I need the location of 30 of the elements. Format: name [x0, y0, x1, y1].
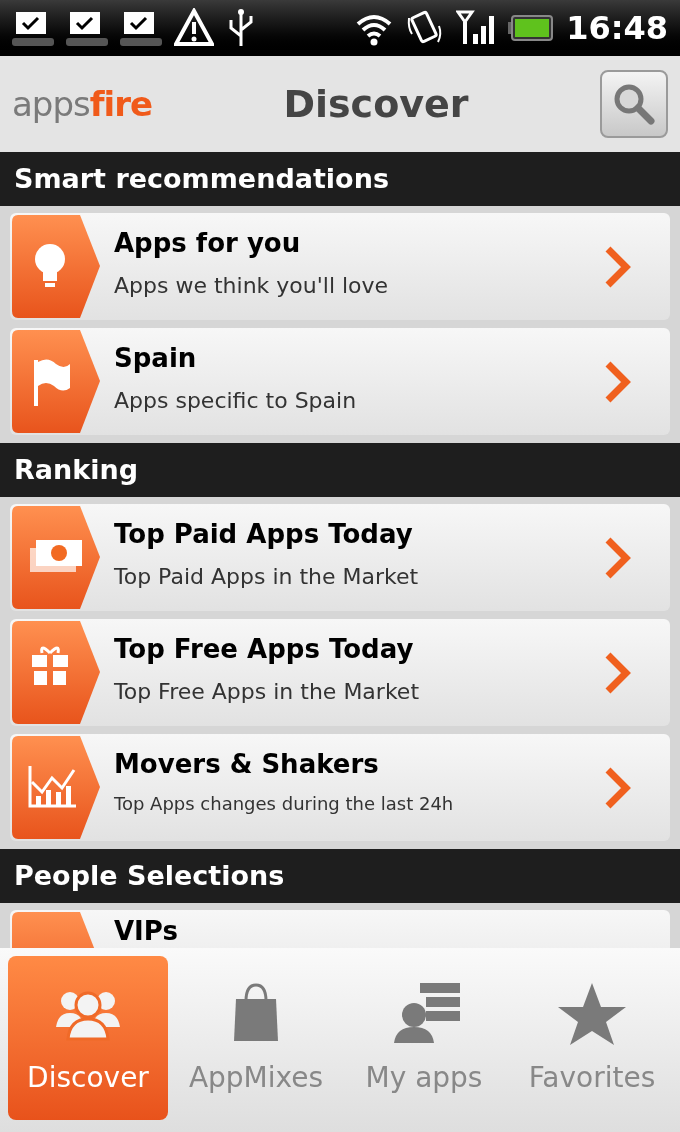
section-header: People Selections	[0, 849, 680, 903]
item-subtitle: Top Apps changes during the last 24h	[114, 792, 455, 815]
item-title: VIPs	[114, 915, 179, 948]
list-item[interactable]: Top Paid Apps Today Top Paid Apps in the Market	[10, 504, 670, 611]
item-title: Top Paid Apps Today	[114, 518, 414, 551]
item-title: Movers & Shakers	[114, 748, 380, 781]
app-logo: appsfire	[12, 82, 153, 126]
list-item[interactable]: Top Free Apps Today Top Free Apps in the Market	[10, 619, 670, 726]
gift-icon	[10, 619, 102, 726]
clock-time: 16:48	[566, 8, 668, 49]
banknotes-icon	[10, 504, 102, 611]
item-subtitle: Apps we think you'll love	[114, 271, 390, 299]
warning-icon	[174, 8, 214, 48]
list-item[interactable]: VIPs	[10, 910, 670, 948]
item-subtitle: Top Paid Apps in the Market	[114, 562, 420, 590]
list-item[interactable]: Apps for you Apps we think you'll love	[10, 213, 670, 320]
search-button[interactable]	[600, 70, 668, 138]
flag-icon	[10, 328, 102, 435]
item-title: Top Free Apps Today	[114, 633, 415, 666]
section-header: Smart recommendations	[0, 152, 680, 206]
item-title: Spain	[114, 342, 198, 375]
item-title: Apps for you	[114, 227, 302, 260]
list-item[interactable]: Movers & Shakers Top Apps changes during the last 24h	[10, 734, 670, 841]
item-subtitle: Apps specific to Spain	[114, 386, 358, 414]
screen-title: Discover	[282, 80, 470, 128]
lightbulb-icon	[10, 213, 102, 320]
section-header: Ranking	[0, 443, 680, 497]
chart-icon	[10, 734, 102, 841]
item-subtitle: Top Free Apps in the Market	[114, 677, 420, 705]
list-item[interactable]: Spain Apps specific to Spain	[10, 328, 670, 435]
